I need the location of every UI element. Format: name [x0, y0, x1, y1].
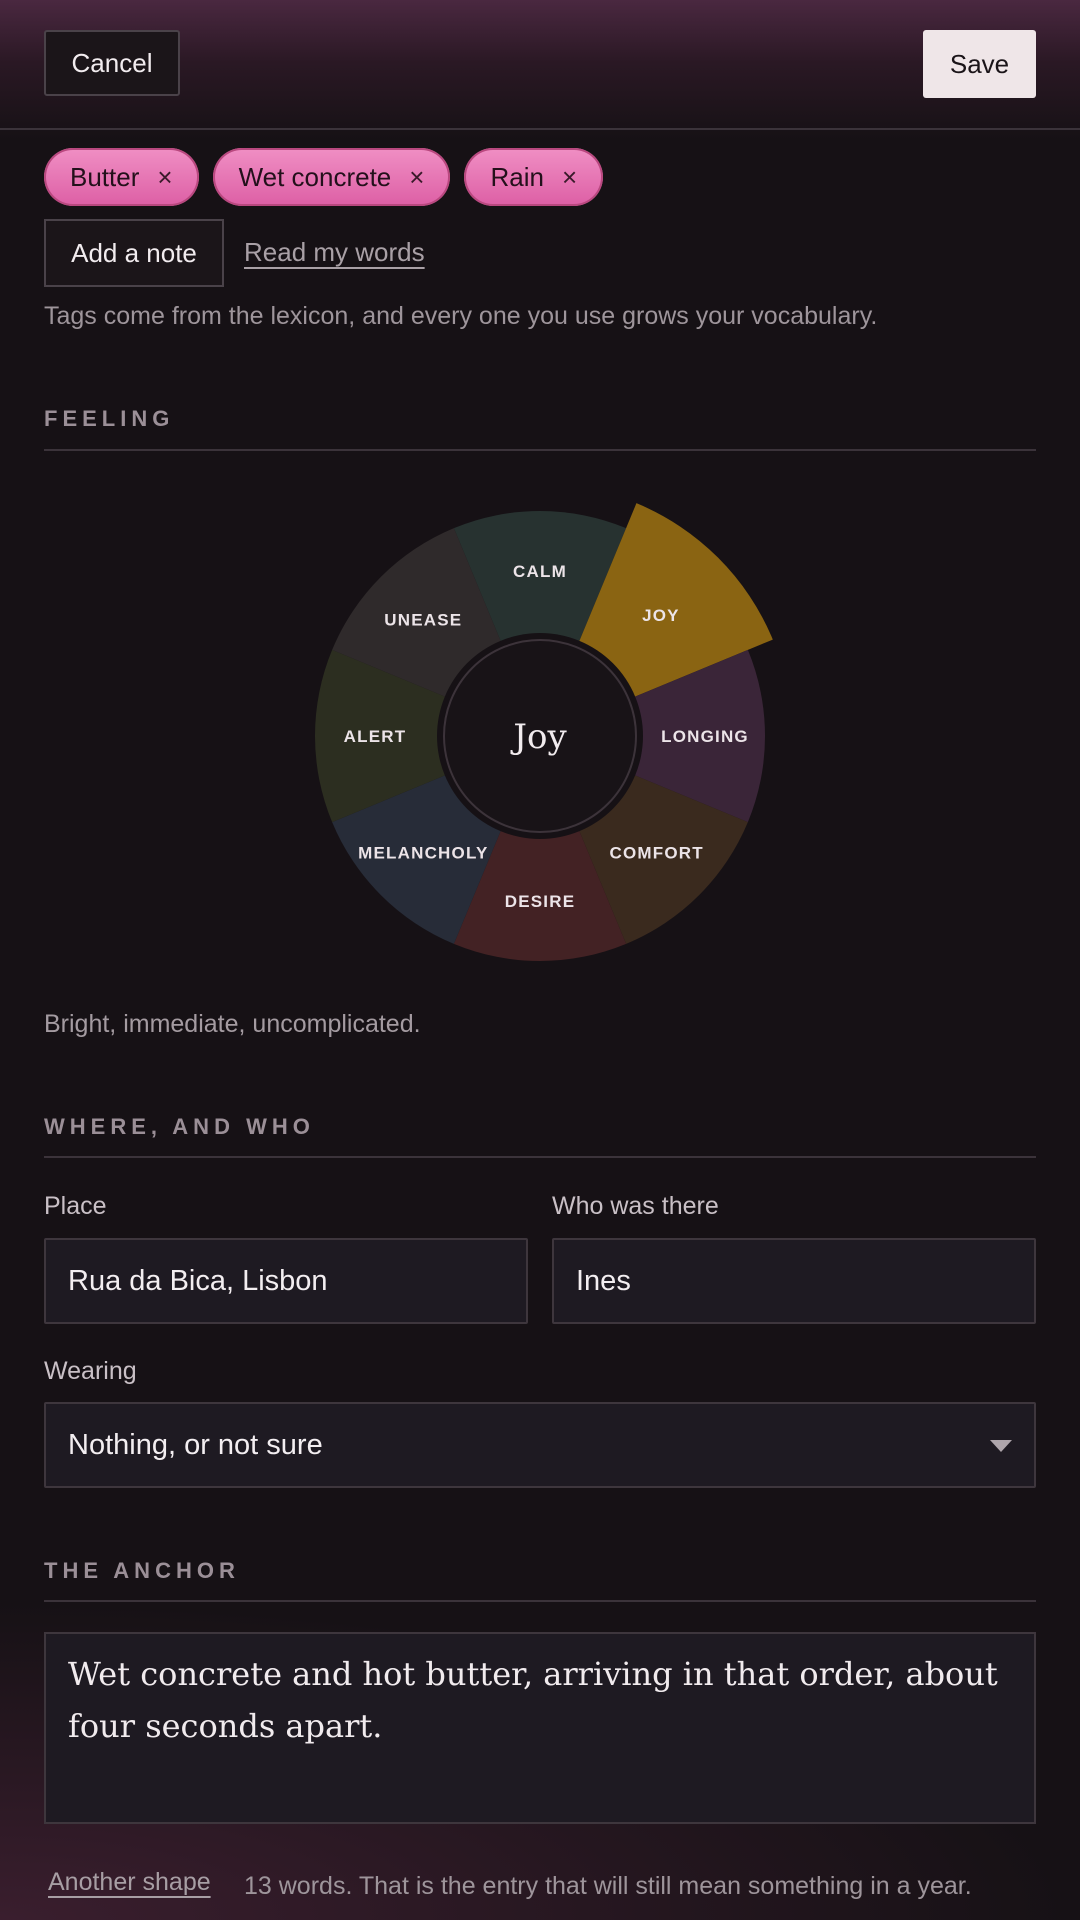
wearing-select[interactable]: Nothing, or not sure [44, 1402, 1036, 1488]
feeling-wheel: CALM JOY LONGING COMFORT DESIRE MELANCHOLY ALE… [315, 503, 773, 961]
add-note-button[interactable]: Add a note [44, 219, 224, 287]
tag-label: Wet concrete [238, 161, 392, 192]
tag-list: Butter × Wet concrete × Rain × [44, 148, 604, 206]
feeling-description: Bright, immediate, uncomplicated. [44, 1010, 421, 1038]
cancel-button[interactable]: Cancel [44, 30, 180, 96]
who-value: Ines [576, 1264, 631, 1297]
another-shape-link[interactable]: Another shape [48, 1868, 211, 1897]
who-label: Who was there [552, 1192, 719, 1220]
wheel-label-comfort: COMFORT [610, 844, 704, 863]
wearing-value: Nothing, or not sure [68, 1428, 323, 1461]
wheel-label-calm: CALM [513, 562, 567, 581]
wearing-label: Wearing [44, 1357, 137, 1385]
wheel-label-melancholy: MELANCHOLY [358, 844, 488, 863]
anchor-section-label: THE ANCHOR [44, 1558, 240, 1583]
place-input[interactable]: Rua da Bica, Lisbon [44, 1238, 528, 1324]
remove-tag-icon[interactable]: × [409, 162, 424, 193]
save-button[interactable]: Save [923, 30, 1036, 98]
chevron-down-icon [990, 1440, 1012, 1452]
wheel-label-desire: DESIRE [505, 892, 576, 911]
section-divider [44, 1156, 1036, 1158]
place-label: Place [44, 1192, 107, 1220]
wheel-label-joy: JOY [642, 606, 680, 625]
tag-label: Rain [490, 161, 544, 192]
tag-label: Butter [70, 161, 140, 192]
place-value: Rua da Bica, Lisbon [68, 1264, 328, 1297]
where-who-section-label: WHERE, AND WHO [44, 1114, 315, 1139]
anchor-textarea[interactable]: Wet concrete and hot butter, arriving in… [44, 1632, 1036, 1824]
tag-chip-wet-concrete[interactable]: Wet concrete × [212, 148, 451, 206]
feeling-section-label: FEELING [44, 406, 175, 431]
remove-tag-icon[interactable]: × [562, 162, 577, 193]
wheel-label-longing: LONGING [661, 727, 749, 746]
wheel-label-alert: ALERT [344, 727, 407, 746]
wheel-label-unease: UNEASE [384, 610, 462, 629]
remove-tag-icon[interactable]: × [157, 162, 172, 193]
read-my-words-link[interactable]: Read my words [244, 237, 425, 268]
tag-chip-butter[interactable]: Butter × [44, 148, 199, 206]
who-input[interactable]: Ines [552, 1238, 1036, 1324]
anchor-text: Wet concrete and hot butter, arriving in… [68, 1655, 998, 1745]
lexicon-helper-text: Tags come from the lexicon, and every on… [44, 302, 878, 330]
section-divider [44, 1600, 1036, 1602]
tag-chip-rain[interactable]: Rain × [464, 148, 604, 206]
top-bar: Cancel Save [0, 0, 1080, 130]
section-divider [44, 449, 1036, 451]
word-count-text: 13 words. That is the entry that will st… [244, 1872, 972, 1900]
selected-feeling-label: Joy [510, 717, 567, 757]
